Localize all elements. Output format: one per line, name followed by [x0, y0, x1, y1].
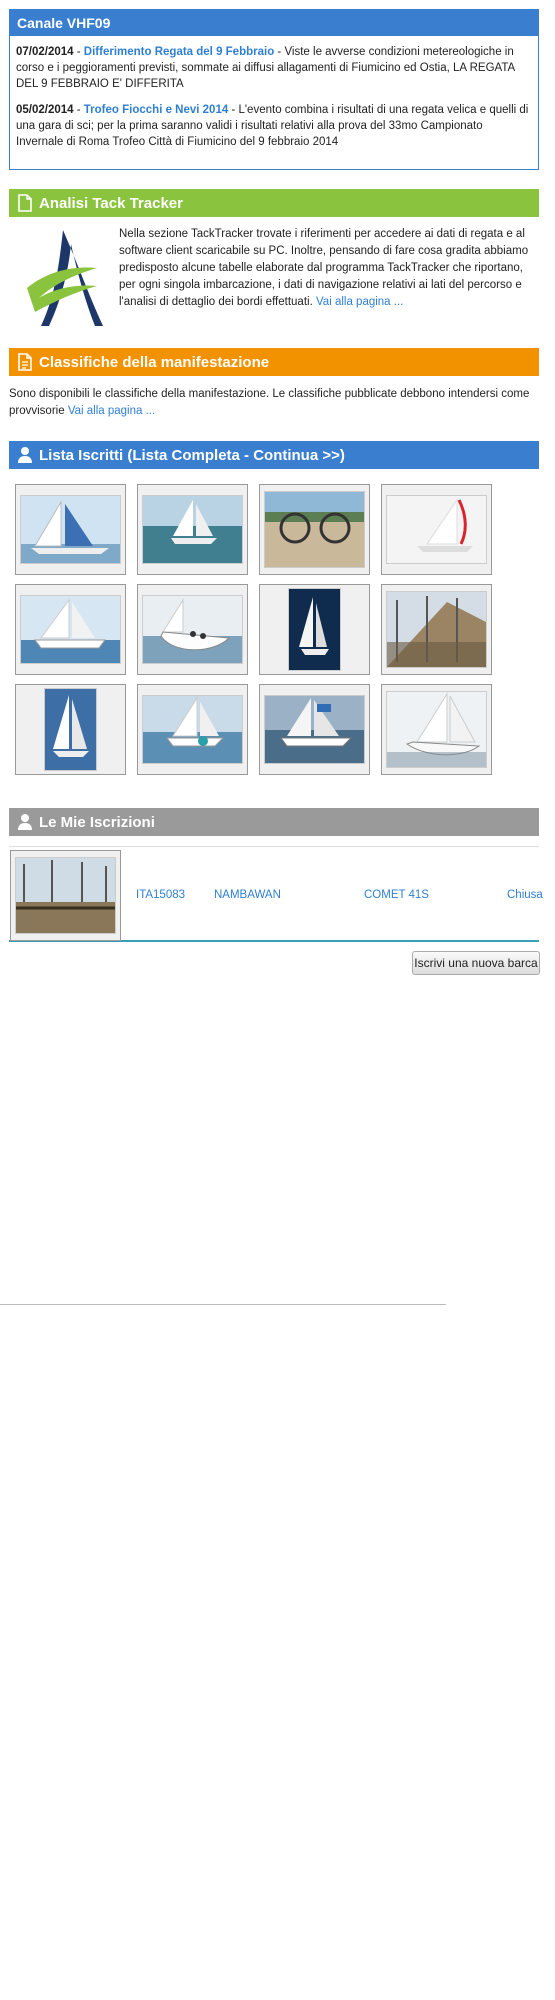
news-title-link[interactable]: Trofeo Fiocchi e Nevi 2014: [84, 104, 228, 116]
user-icon: [18, 814, 32, 830]
boat-thumbnail[interactable]: [259, 484, 370, 575]
news-title-link[interactable]: Differimento Regata del 9 Febbraio: [84, 46, 274, 58]
boat-thumbnail[interactable]: [15, 684, 126, 775]
boat-thumbnail[interactable]: [15, 584, 126, 675]
boat-photo: [386, 495, 487, 564]
footer-divider: [0, 1304, 446, 1305]
news-item: 05/02/2014 - Trofeo Fiocchi e Nevi 2014 …: [16, 102, 532, 150]
classifiche-header: Classifiche della manifestazione: [9, 348, 539, 376]
boat-thumbnail[interactable]: [137, 584, 248, 675]
tacktracker-logo: [27, 230, 103, 326]
user-icon: [18, 447, 32, 463]
boat-photo: [15, 857, 116, 934]
document-icon: [18, 194, 32, 212]
classifiche-link[interactable]: Vai alla pagina ...: [68, 405, 155, 417]
news-separator: -: [73, 104, 84, 116]
registration-row: ITA15083 NAMBAWAN COMET 41S Chiusa: [9, 846, 543, 942]
iscritti-title[interactable]: Lista Iscritti (Lista Completa - Continu…: [39, 447, 345, 464]
boat-thumbnail[interactable]: [259, 584, 370, 675]
tack-tracker-title: Analisi Tack Tracker: [39, 194, 183, 212]
news-date: 05/02/2014: [16, 104, 74, 116]
vhf-panel-title: Canale VHF09: [17, 14, 111, 31]
news-separator: -: [73, 46, 84, 58]
registration-status-link[interactable]: Chiusa: [507, 889, 543, 901]
boat-model-link[interactable]: COMET 41S: [364, 889, 429, 901]
boat-name-link[interactable]: NAMBAWAN: [214, 889, 281, 901]
news-item: 07/02/2014 - Differimento Regata del 9 F…: [16, 44, 532, 92]
boat-thumbnail[interactable]: [259, 684, 370, 775]
boat-thumbnail[interactable]: [381, 584, 492, 675]
document-text-icon: [18, 353, 32, 371]
boat-thumbnail[interactable]: [137, 484, 248, 575]
mie-iscrizioni-title: Le Mie Iscrizioni: [39, 813, 155, 831]
boat-photo: [20, 595, 121, 664]
classifiche-text-block: Sono disponibili le classifiche della ma…: [9, 386, 539, 420]
boat-photo: [264, 695, 365, 764]
boat-photo: [142, 495, 243, 564]
register-new-boat-button[interactable]: Iscrivi una nuova barca: [412, 951, 540, 975]
boat-photo: [142, 695, 243, 764]
vhf-panel-header: Canale VHF09: [9, 9, 539, 36]
boat-photo: [386, 691, 487, 768]
boat-photo: [386, 591, 487, 668]
boat-photo: [44, 688, 97, 771]
classifiche-title: Classifiche della manifestazione: [39, 353, 270, 371]
tack-tracker-body: Nella sezione TackTracker trovate i rife…: [9, 226, 539, 326]
boat-photo: [264, 491, 365, 568]
tack-tracker-header: Analisi Tack Tracker: [9, 189, 539, 217]
boat-thumbnail[interactable]: [381, 684, 492, 775]
boat-thumbnail[interactable]: [10, 850, 121, 941]
boat-thumbnail[interactable]: [381, 484, 492, 575]
boat-photo: [20, 495, 121, 564]
tack-tracker-text-block: Nella sezione TackTracker trovate i rife…: [119, 226, 541, 311]
vhf-news-list: 07/02/2014 - Differimento Regata del 9 F…: [9, 36, 539, 170]
boat-thumbnail[interactable]: [15, 484, 126, 575]
tack-tracker-link[interactable]: Vai alla pagina ...: [316, 296, 403, 308]
sail-number-link[interactable]: ITA15083: [136, 889, 185, 901]
news-date: 07/02/2014: [16, 46, 74, 58]
iscritti-header[interactable]: Lista Iscritti (Lista Completa - Continu…: [9, 441, 539, 469]
boat-thumbnail[interactable]: [137, 684, 248, 775]
boat-photo: [142, 595, 243, 664]
mie-iscrizioni-header: Le Mie Iscrizioni: [9, 808, 539, 836]
boat-photo: [288, 588, 341, 671]
